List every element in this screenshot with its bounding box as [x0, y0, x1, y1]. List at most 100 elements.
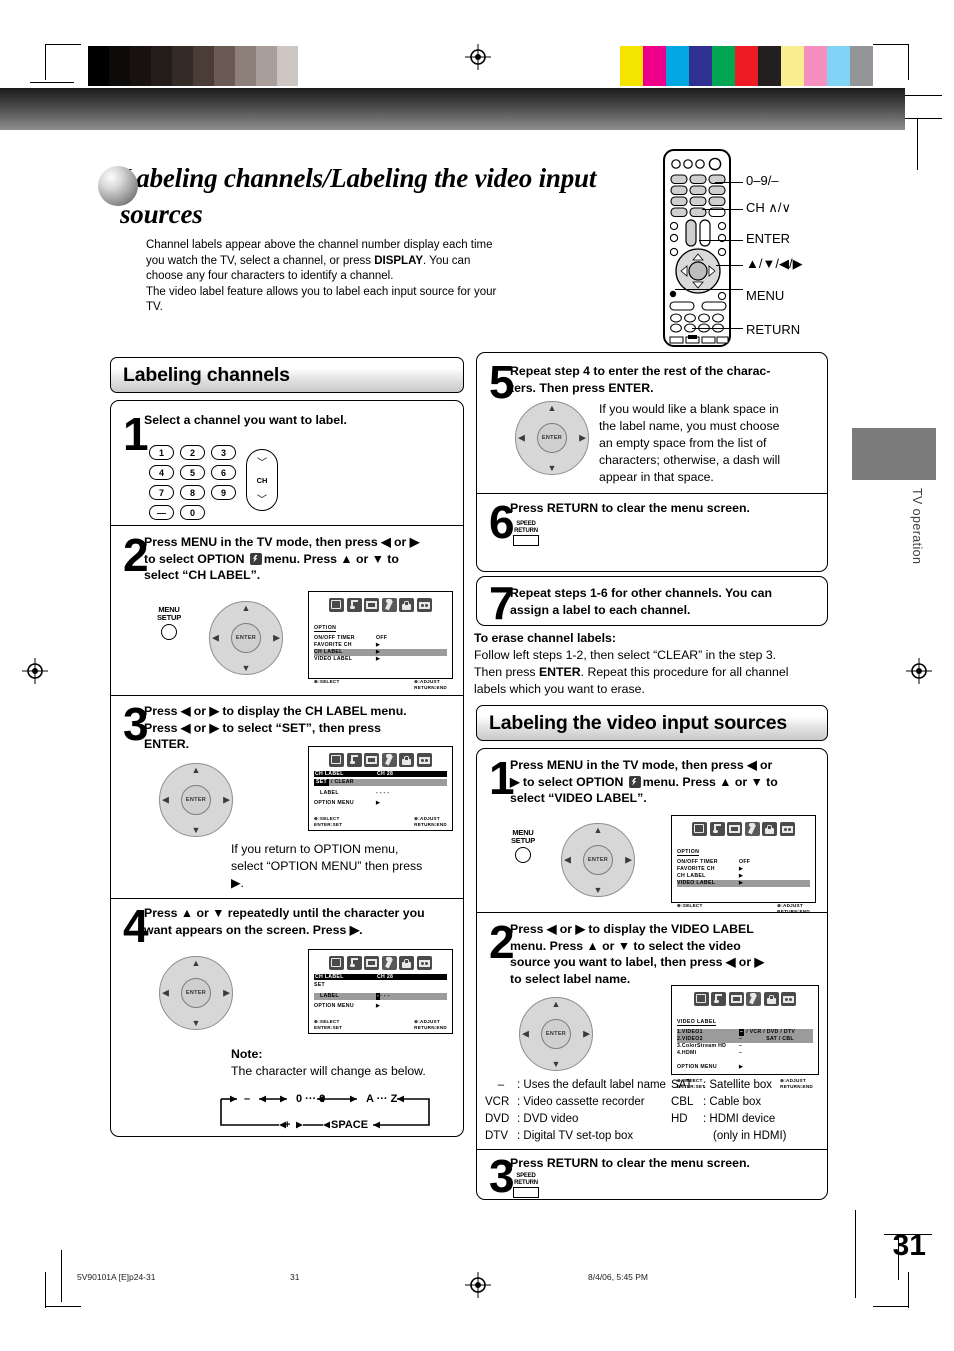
- key-3[interactable]: 3: [211, 445, 236, 460]
- osd-foot-adjust: ⊛:ADJUST RETURN:END: [777, 903, 810, 914]
- osd-row-favorite-ch: FAVORITE CH ▶: [314, 642, 381, 648]
- menu-setup-button-illustration[interactable]: MENU SETUP: [157, 606, 181, 640]
- callout-numeric-keys: 0–9/–: [746, 173, 779, 188]
- arrow-up-icon: ▲: [551, 999, 561, 1009]
- osd-ch-label-set: CH LABEL CH 28 SET / CLEAR LABEL - - - - …: [308, 746, 453, 831]
- section-header-labeling-video: Labeling the video input sources: [476, 705, 828, 741]
- leader-line-return: [692, 328, 743, 329]
- key-2[interactable]: 2: [180, 445, 205, 460]
- manual-page: Labeling channels/Labeling the video inp…: [0, 0, 954, 1351]
- crop-mark-tl-h: [45, 44, 81, 46]
- legend-row: SAT: Satellite box: [671, 1079, 773, 1091]
- menu-setup-button-video-step1[interactable]: MENU SETUP: [511, 829, 535, 863]
- key-1[interactable]: 1: [149, 445, 174, 460]
- key-8[interactable]: 8: [180, 485, 205, 500]
- gray-patch-4: [172, 46, 193, 86]
- osd-header-ch-label: CH LABEL CH 28: [314, 974, 447, 980]
- audio-settings-icon: [346, 956, 362, 970]
- step-2-text: Press MENU in the TV mode, then press ◀ …: [144, 534, 459, 584]
- picture-settings-icon: [329, 598, 345, 612]
- key-6[interactable]: 6: [211, 465, 236, 480]
- enter-button[interactable]: ENTER: [541, 1019, 571, 1049]
- dpad-illustration-step4[interactable]: ▲ ▼ ◀ ▶ ENTER: [159, 956, 233, 1030]
- dpad-illustration-step2[interactable]: ▲ ▼ ◀ ▶ ENTER: [209, 601, 283, 675]
- speed-return-button-step6[interactable]: SPEED RETURN: [513, 521, 539, 546]
- intro-line-4: The video label feature allows you to la…: [146, 285, 497, 298]
- remote-control-illustration: 0–9/– CH ∧/∨ ENTER ▲/▼/◀/▶ MENU RETURN: [655, 148, 905, 353]
- return-button-rect: [513, 1187, 539, 1198]
- gray-patch-5: [193, 46, 214, 86]
- dpad-illustration-video-step1[interactable]: ▲ ▼ ◀ ▶ ENTER: [561, 823, 635, 897]
- registration-target-right: [906, 658, 932, 684]
- step-2-line-1: Press MENU in the TV mode, then press ◀ …: [144, 535, 420, 549]
- osd-icon-row: [314, 598, 447, 612]
- enter-button[interactable]: ENTER: [583, 845, 613, 875]
- leader-line-enter: [699, 240, 743, 241]
- osd-icon-row: [314, 956, 447, 970]
- crop-mark-br-h: [873, 1306, 909, 1308]
- grayscale-calibration-bar: [88, 46, 319, 86]
- arrow-right-icon: ▶: [273, 632, 280, 643]
- dpad-illustration-video-step2[interactable]: ▲ ▼ ◀ ▶ ENTER: [519, 997, 593, 1071]
- page-title-block: Labeling channels/Labeling the video inp…: [98, 160, 658, 232]
- video-step-2-line-2: menu. Press ▲ or ▼ to select the video: [510, 938, 741, 953]
- erase-labels-note: To erase channel labels: Follow left ste…: [474, 630, 830, 698]
- dpad-illustration-step3[interactable]: ▲ ▼ ◀ ▶ ENTER: [159, 763, 233, 837]
- color-patch-8: [804, 46, 827, 86]
- dpad-illustration-step5[interactable]: ▲ ▼ ◀ ▶ ENTER: [515, 401, 589, 475]
- leader-line-numeric: [715, 182, 743, 183]
- step-divider-2: [111, 695, 463, 697]
- osd-foot-left: ⊕:SELECT ENTER:SET: [314, 816, 343, 827]
- channel-rocker-button[interactable]: ﹀ CH ﹀: [246, 449, 278, 511]
- leader-line-menu: [675, 289, 743, 290]
- osd-row-ch-label-selected: CH LABEL ▶: [314, 649, 447, 656]
- intro-line-3: choose any four characters to identify a…: [146, 270, 394, 283]
- step-4-line-1: Press ▲ or ▼ repeatedly until the charac…: [144, 906, 425, 920]
- key-9[interactable]: 9: [211, 485, 236, 500]
- speed-return-button-video-step3[interactable]: SPEED RETURN: [513, 1173, 539, 1198]
- video-label-options-line1: / VCR / DVD / DTV: [746, 1029, 796, 1035]
- step-divider-3: [111, 898, 463, 900]
- callout-menu-button: MENU: [746, 288, 785, 303]
- footer-folio: 31: [290, 1272, 300, 1282]
- arrow-right-icon: ▶: [583, 1028, 590, 1039]
- arrow-left-icon: ◀: [212, 632, 219, 643]
- erase-note-line-3: labels which you want to erase.: [474, 682, 645, 696]
- arrow-down-icon: ▼: [241, 663, 251, 673]
- legend-row: –: Uses the default label name: [497, 1079, 666, 1091]
- enter-button[interactable]: ENTER: [231, 623, 261, 653]
- section-header-labeling-channels: Labeling channels: [110, 357, 464, 393]
- key-7[interactable]: 7: [149, 485, 174, 500]
- video-input-icon: [416, 598, 432, 612]
- osd-row-video1-selected: 1.VIDEO1– / VCR / DVD / DTV: [677, 1029, 813, 1036]
- step-1-text: Select a channel you want to label.: [144, 413, 347, 427]
- key-4[interactable]: 4: [149, 465, 174, 480]
- menu-button-circle: [161, 624, 177, 640]
- erase-note-line-1: Follow left steps 1-2, then select “CLEA…: [474, 648, 777, 662]
- lock-settings-icon: [763, 992, 779, 1006]
- trim-rule-top-left: [30, 82, 74, 84]
- key-5[interactable]: 5: [180, 465, 205, 480]
- keypad-row-1: 1 2 3: [149, 445, 236, 460]
- key-dash[interactable]: —: [149, 505, 174, 520]
- osd-icon-row: [677, 822, 810, 836]
- video-input-icon: [779, 822, 795, 836]
- osd-row-on-off-timer: ON/OFF TIMER OFF: [677, 859, 751, 865]
- osd-icon-row: [314, 753, 447, 767]
- osd-foot-right: ⊛:ADJUST RETURN:END: [414, 1019, 447, 1030]
- step-4-line-2: want appears on the screen. Press ▶.: [144, 922, 363, 937]
- step-6-text: Press RETURN to clear the menu screen.: [510, 501, 750, 515]
- osd-set-option: SET: [314, 779, 329, 786]
- arrow-down-icon: ▼: [547, 463, 557, 473]
- enter-button[interactable]: ENTER: [181, 785, 211, 815]
- picture-settings-icon: [329, 956, 345, 970]
- color-patch-2: [666, 46, 689, 86]
- audio-settings-icon: [346, 753, 362, 767]
- enter-button[interactable]: ENTER: [181, 978, 211, 1008]
- key-0[interactable]: 0: [180, 505, 205, 520]
- step-5-text: Repeat step 4 to enter the rest of the c…: [510, 363, 820, 396]
- video-step-2-line-3: source you want to label, then press ◀ o…: [510, 955, 764, 969]
- step-5-line-2: ters. Then press ENTER.: [510, 380, 654, 395]
- enter-button[interactable]: ENTER: [537, 423, 567, 453]
- section-title-channels: Labeling channels: [123, 363, 290, 386]
